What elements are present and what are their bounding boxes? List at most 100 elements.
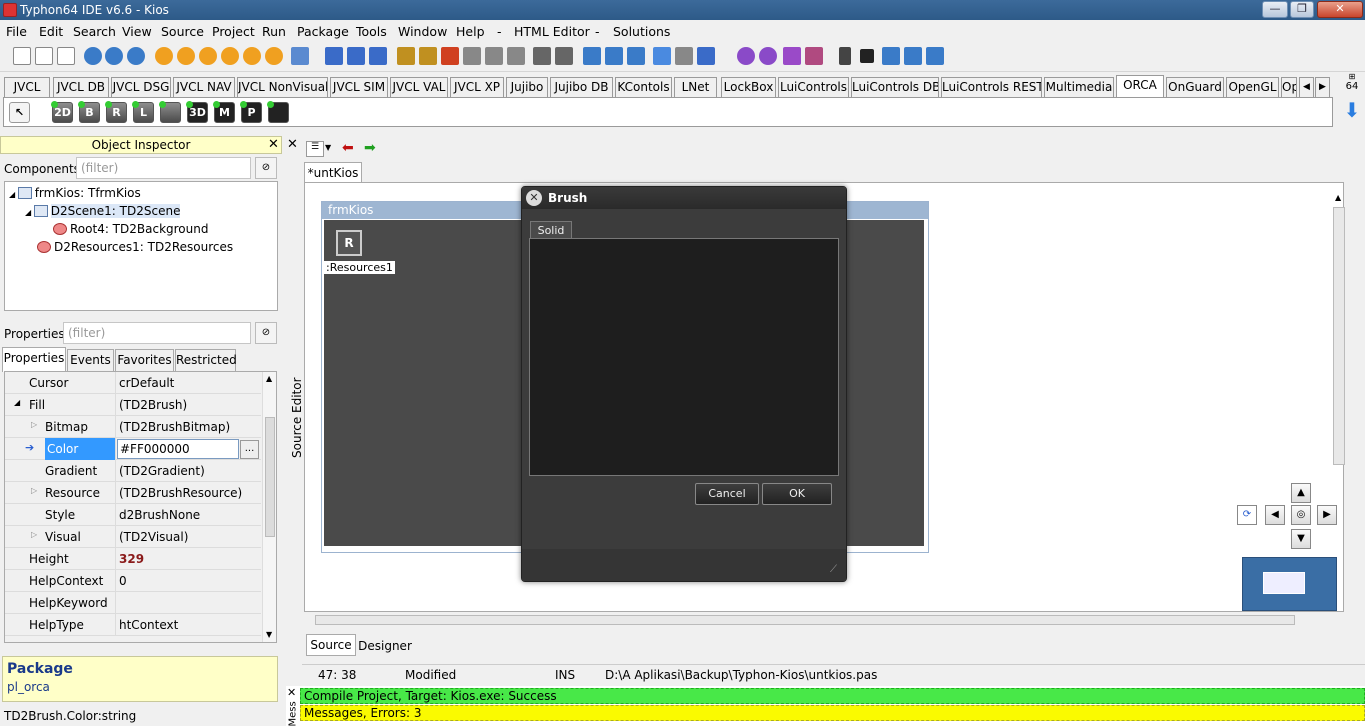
tools-icon[interactable] <box>675 47 693 65</box>
open-project-icon[interactable] <box>105 47 123 65</box>
property-row-helpkeyword[interactable]: HelpKeyword <box>5 592 261 614</box>
step-over-icon[interactable] <box>904 47 922 65</box>
message-success[interactable]: Compile Project, Target: Kios.exe: Succe… <box>300 688 1365 704</box>
open-icon[interactable] <box>84 47 102 65</box>
save-icon[interactable] <box>325 47 343 65</box>
stop-icon[interactable] <box>860 49 874 63</box>
options-icon[interactable] <box>397 47 415 65</box>
expand-icon[interactable]: ▷ <box>31 530 37 539</box>
menu-source[interactable]: Source <box>161 24 204 39</box>
clear-filter-icon[interactable]: ⊘ <box>255 322 277 344</box>
palette-tab[interactable]: Jujibo DB <box>550 77 613 98</box>
property-row-cursor[interactable]: Cursor crDefault <box>5 372 261 394</box>
property-row-resource[interactable]: ▷ Resource (TD2BrushResource) <box>5 482 261 504</box>
package-icon[interactable] <box>155 47 173 65</box>
new-unit-icon[interactable] <box>35 47 53 65</box>
palette-tab[interactable]: LuiControls REST <box>941 77 1042 98</box>
ok-button[interactable]: OK <box>762 483 832 505</box>
scroll-up-icon[interactable]: ▲ <box>1335 193 1341 202</box>
run-params-icon[interactable] <box>805 47 823 65</box>
property-row-color[interactable]: ➔ Color #FF000000... <box>5 438 261 460</box>
palette-component-l[interactable]: L <box>132 101 154 123</box>
palette-component-b[interactable]: B <box>78 101 100 123</box>
tab-solid[interactable]: Solid <box>530 221 572 239</box>
scroll-right-icon[interactable]: ▶ <box>1315 77 1330 98</box>
palette-tab[interactable]: JVCL DSG <box>111 77 171 98</box>
tree-node-root4[interactable]: Root4: TD2Background <box>53 222 208 236</box>
palette-tab[interactable]: JVCL NAV <box>173 77 235 98</box>
property-row-bitmap[interactable]: ▷ Bitmap (TD2BrushBitmap) <box>5 416 261 438</box>
menu-edit[interactable]: Edit <box>39 24 63 39</box>
menu-project[interactable]: Project <box>212 24 255 39</box>
menu-package[interactable]: Package <box>297 24 349 39</box>
target-device-icon[interactable] <box>697 47 715 65</box>
menu-view[interactable]: View <box>122 24 152 39</box>
collapse-icon[interactable]: ◢ <box>25 208 34 217</box>
properties-filter-input[interactable]: (filter) <box>63 322 251 344</box>
palette-tab[interactable]: JVCL <box>4 77 50 98</box>
collapse-icon[interactable]: ◢ <box>9 190 18 199</box>
property-row-fill[interactable]: ◢ Fill (TD2Brush) <box>5 394 261 416</box>
make-icon[interactable] <box>555 47 573 65</box>
toggle-form-icon[interactable] <box>463 47 481 65</box>
palette-component-icon[interactable] <box>159 101 181 123</box>
dropdown-icon[interactable]: ▼ <box>325 143 331 152</box>
package-build-icon[interactable] <box>265 47 283 65</box>
view-form-icon[interactable] <box>485 47 503 65</box>
tab-untkios[interactable]: *untKios <box>304 162 362 183</box>
component-icon[interactable] <box>441 47 459 65</box>
new-form-icon[interactable] <box>57 47 75 65</box>
palette-tab[interactable]: JVCL DB <box>53 77 109 98</box>
jump-list-icon[interactable]: ☰ <box>306 141 324 157</box>
resources-component-icon[interactable]: R <box>336 230 362 256</box>
palette-component-icon[interactable] <box>267 101 289 123</box>
menu-help[interactable]: Help <box>456 24 485 39</box>
forward-arrow-icon[interactable]: ➡ <box>364 140 376 156</box>
project-options-icon[interactable] <box>627 47 645 65</box>
close-icon[interactable]: ✕ <box>268 137 279 152</box>
palette-tab-selected[interactable]: ORCA <box>1116 75 1164 99</box>
expand-icon[interactable]: ▷ <box>31 486 37 495</box>
scrollbar-thumb[interactable] <box>265 417 275 537</box>
palette-tab[interactable]: JVCL XP <box>450 77 504 98</box>
save-all-icon[interactable] <box>347 47 365 65</box>
close-file-icon[interactable] <box>369 47 387 65</box>
settings-icon[interactable] <box>737 47 755 65</box>
palette-component-m[interactable]: M <box>213 101 235 123</box>
menu-search[interactable]: Search <box>73 24 116 39</box>
palette-tab[interactable]: JVCL SIM <box>330 77 388 98</box>
step-out-icon[interactable] <box>926 47 944 65</box>
ellipsis-button[interactable]: ... <box>240 440 259 459</box>
view-units-icon[interactable] <box>291 47 309 65</box>
minimap[interactable] <box>1242 557 1337 611</box>
view-toggle-icon[interactable] <box>507 47 525 65</box>
package-add-icon[interactable] <box>199 47 217 65</box>
palette-tab[interactable]: Multimedia <box>1044 77 1114 98</box>
close-icon[interactable]: ✕ <box>287 137 298 152</box>
package-open-icon[interactable] <box>177 47 195 65</box>
menu-solutions[interactable]: Solutions <box>613 24 670 39</box>
dialog-close-icon[interactable]: ✕ <box>526 190 542 206</box>
palette-tab[interactable]: KContols <box>615 77 672 98</box>
tab-properties[interactable]: Properties <box>2 347 66 372</box>
tab-events[interactable]: Events <box>67 349 114 371</box>
tab-restricted[interactable]: Restricted <box>175 349 237 371</box>
package-remove-icon[interactable] <box>243 47 261 65</box>
tree-node-d2resources1[interactable]: D2Resources1: TD2Resources <box>37 240 233 254</box>
property-row-gradient[interactable]: Gradient (TD2Gradient) <box>5 460 261 482</box>
project-inspector-icon[interactable] <box>605 47 623 65</box>
menu-html-editor[interactable]: HTML Editor <box>514 24 590 39</box>
project-icon[interactable] <box>583 47 601 65</box>
tab-designer[interactable]: Designer <box>357 636 413 657</box>
palette-tab[interactable]: OnGuard <box>1166 77 1224 98</box>
wizard-icon[interactable] <box>419 47 437 65</box>
vertical-scrollbar-thumb[interactable] <box>1333 207 1345 465</box>
property-row-visual[interactable]: ▷ Visual (TD2Visual) <box>5 526 261 548</box>
nav-left-icon[interactable]: ◀ <box>1265 505 1285 525</box>
brush-editor-panel[interactable] <box>529 238 839 476</box>
resize-grip-icon[interactable]: ⟋ <box>830 564 837 575</box>
search-icon[interactable] <box>127 47 145 65</box>
tree-node-d2scene1[interactable]: ◢ D2Scene1: TD2Scene <box>25 204 181 218</box>
collapse-icon[interactable]: ◢ <box>14 398 20 407</box>
minimize-button[interactable]: — <box>1262 1 1288 18</box>
